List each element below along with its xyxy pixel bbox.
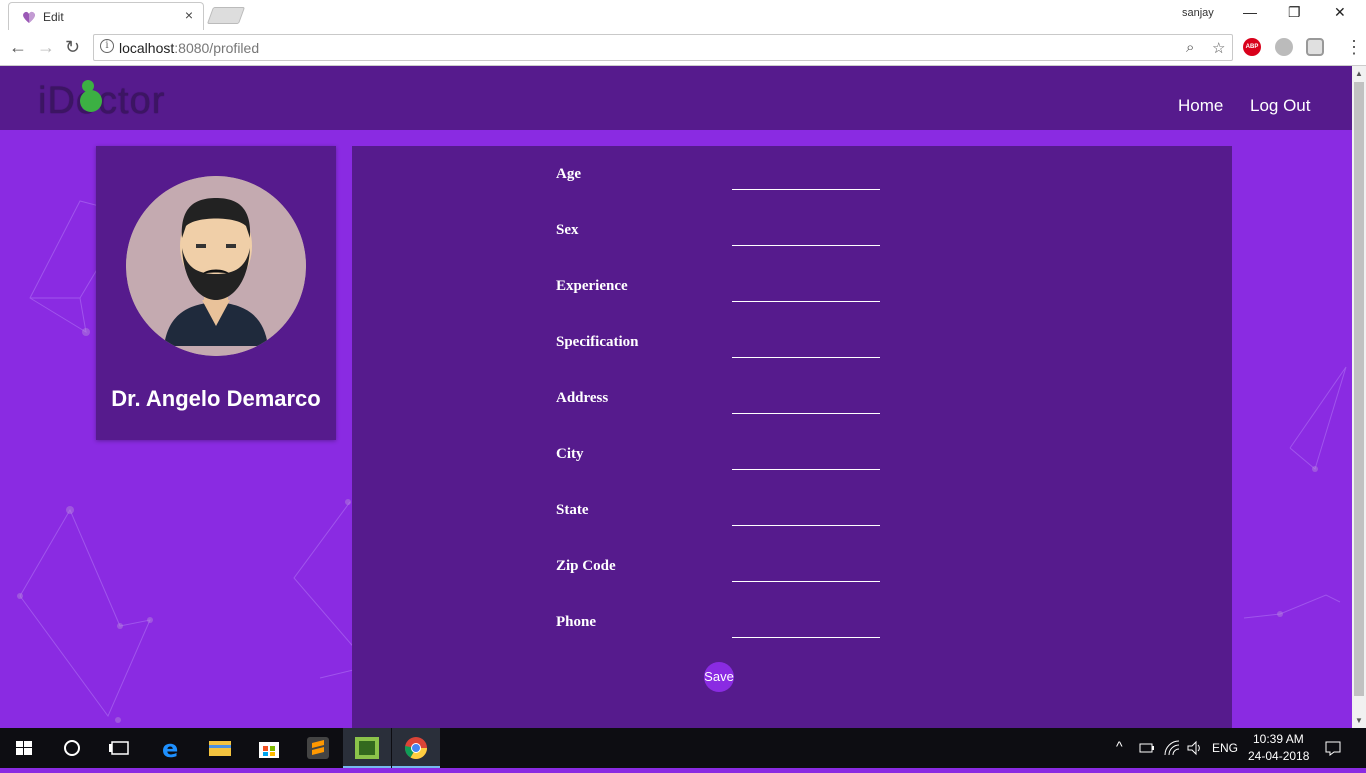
extension-shield-icon[interactable] bbox=[1306, 38, 1324, 56]
app-green-button[interactable] bbox=[343, 728, 391, 768]
tab-title: Edit bbox=[43, 10, 64, 24]
new-tab-button[interactable] bbox=[206, 7, 246, 24]
start-button[interactable] bbox=[0, 728, 48, 768]
adblock-extension-icon[interactable]: ABP bbox=[1243, 38, 1261, 56]
doctor-avatar-icon bbox=[126, 176, 306, 356]
form-row-specification: Specification bbox=[556, 334, 886, 374]
browser-toolbar: ← → ↻ i localhost:8080/profiled ⌕ ☆ ABP … bbox=[0, 30, 1366, 66]
city-input[interactable] bbox=[732, 448, 880, 470]
cortana-circle-icon bbox=[64, 740, 80, 756]
forward-icon[interactable]: → bbox=[37, 37, 55, 58]
age-input[interactable] bbox=[732, 168, 880, 190]
nav-home-link[interactable]: Home bbox=[1178, 96, 1223, 116]
zip-code-label: Zip Code bbox=[556, 558, 616, 574]
nav-logout-link[interactable]: Log Out bbox=[1250, 96, 1311, 116]
task-view-button[interactable] bbox=[96, 728, 144, 768]
experience-label: Experience bbox=[556, 278, 628, 294]
form-row-zip: Zip Code bbox=[556, 558, 886, 598]
folder-icon bbox=[209, 741, 231, 756]
zip-code-input[interactable] bbox=[732, 560, 880, 582]
city-label: City bbox=[556, 446, 584, 462]
edge-icon: e bbox=[162, 735, 178, 763]
store-bag-icon bbox=[259, 742, 279, 758]
green-app-icon bbox=[355, 737, 379, 759]
language-indicator[interactable]: ENG bbox=[1212, 741, 1238, 755]
browser-profile-name[interactable]: sanjay bbox=[1182, 7, 1214, 19]
address-bar[interactable]: i localhost:8080/profiled ⌕ ☆ bbox=[93, 34, 1233, 61]
experience-input[interactable] bbox=[732, 280, 880, 302]
doctor-avatar bbox=[126, 176, 306, 356]
url-text[interactable]: localhost:8080/profiled bbox=[119, 40, 259, 56]
form-row-age: Age bbox=[556, 166, 886, 206]
task-view-icon bbox=[109, 741, 129, 755]
clock-date[interactable]: 24-04-2018 bbox=[1248, 749, 1309, 763]
reload-icon[interactable]: ↻ bbox=[65, 37, 80, 58]
page-viewport: iDoctor Home Log Out Dr. Angelo Demarco bbox=[0, 66, 1352, 728]
profile-card: Dr. Angelo Demarco bbox=[96, 146, 336, 440]
form-row-experience: Experience bbox=[556, 278, 886, 318]
scroll-down-icon[interactable]: ▼ bbox=[1355, 716, 1363, 725]
specification-input[interactable] bbox=[732, 336, 880, 358]
window-close-icon[interactable]: ✕ bbox=[1334, 4, 1346, 21]
page-scrollbar[interactable]: ▲ ▼ bbox=[1352, 66, 1366, 728]
state-label: State bbox=[556, 502, 589, 518]
back-icon[interactable]: ← bbox=[9, 37, 27, 58]
extension-cloud-icon[interactable] bbox=[1275, 38, 1293, 56]
file-explorer-button[interactable] bbox=[196, 728, 244, 768]
address-label: Address bbox=[556, 390, 609, 406]
svg-text:e: e bbox=[162, 735, 178, 763]
form-row-city: City bbox=[556, 446, 886, 486]
age-label: Age bbox=[556, 166, 581, 182]
address-input[interactable] bbox=[732, 392, 880, 414]
phone-input[interactable] bbox=[732, 616, 880, 638]
site-info-icon[interactable]: i bbox=[100, 39, 114, 53]
windows-logo-icon bbox=[16, 741, 32, 755]
form-row-phone: Phone bbox=[556, 614, 886, 654]
chrome-button[interactable] bbox=[392, 728, 440, 768]
sex-label: Sex bbox=[556, 222, 579, 238]
clock-time[interactable]: 10:39 AM bbox=[1253, 732, 1304, 746]
browser-tabstrip: Edit × sanjay — ❐ ✕ bbox=[0, 0, 1366, 30]
battery-icon[interactable] bbox=[1138, 740, 1156, 756]
tray-expand-icon[interactable]: ^ bbox=[1116, 738, 1123, 754]
zoom-icon[interactable]: ⌕ bbox=[1186, 39, 1194, 56]
logo-stethoscope-icon bbox=[80, 90, 102, 112]
heart-favicon-icon bbox=[23, 11, 35, 23]
form-row-state: State bbox=[556, 502, 886, 542]
cortana-button[interactable] bbox=[48, 728, 96, 768]
form-row-sex: Sex bbox=[556, 222, 886, 262]
windows-taskbar: e ^ ENG 10:39 AM 24-04-2018 bbox=[0, 728, 1366, 768]
bookmark-star-icon[interactable]: ☆ bbox=[1212, 39, 1225, 57]
volume-icon[interactable] bbox=[1186, 740, 1204, 756]
chrome-icon bbox=[405, 737, 427, 759]
state-input[interactable] bbox=[732, 504, 880, 526]
save-button[interactable]: Save bbox=[704, 662, 734, 692]
edge-browser-button[interactable]: e bbox=[147, 728, 195, 768]
notifications-icon[interactable] bbox=[1324, 739, 1342, 757]
phone-label: Phone bbox=[556, 614, 597, 630]
profile-edit-form: Age Sex Experience Specification Address… bbox=[352, 146, 1232, 728]
form-row-address: Address bbox=[556, 390, 886, 430]
minimize-icon[interactable]: — bbox=[1243, 4, 1257, 20]
sex-input[interactable] bbox=[732, 224, 880, 246]
sublime-text-button[interactable] bbox=[294, 728, 342, 768]
sublime-icon bbox=[307, 737, 329, 759]
tab-close-icon[interactable]: × bbox=[185, 7, 193, 23]
specification-label: Specification bbox=[556, 334, 639, 350]
store-button[interactable] bbox=[245, 728, 293, 768]
site-navbar: iDoctor Home Log Out bbox=[0, 66, 1352, 130]
restore-icon[interactable]: ❐ bbox=[1288, 4, 1301, 21]
browser-menu-icon[interactable]: ⋮ bbox=[1345, 37, 1363, 58]
scroll-up-icon[interactable]: ▲ bbox=[1355, 69, 1363, 78]
doctor-name: Dr. Angelo Demarco bbox=[111, 386, 321, 411]
browser-tab[interactable]: Edit × bbox=[8, 2, 204, 30]
scrollbar-thumb[interactable] bbox=[1354, 82, 1364, 696]
wifi-icon[interactable] bbox=[1163, 739, 1181, 757]
